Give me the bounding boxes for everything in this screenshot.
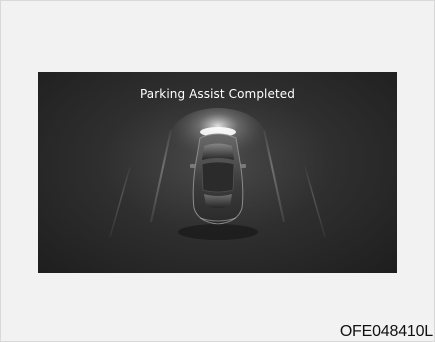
figure-code: OFE048410L xyxy=(339,323,433,340)
lane-line-left-inner xyxy=(150,129,172,223)
lane-line-right-inner xyxy=(263,129,285,223)
car-top-view-icon xyxy=(190,133,246,225)
parking-scene xyxy=(109,108,326,240)
lane-line-left-outer xyxy=(109,166,131,238)
lane-line-right-outer xyxy=(304,166,326,238)
parking-status-message: Parking Assist Completed xyxy=(140,87,295,101)
car-shadow xyxy=(178,224,258,240)
cluster-display: Parking Assist Completed xyxy=(38,72,397,273)
